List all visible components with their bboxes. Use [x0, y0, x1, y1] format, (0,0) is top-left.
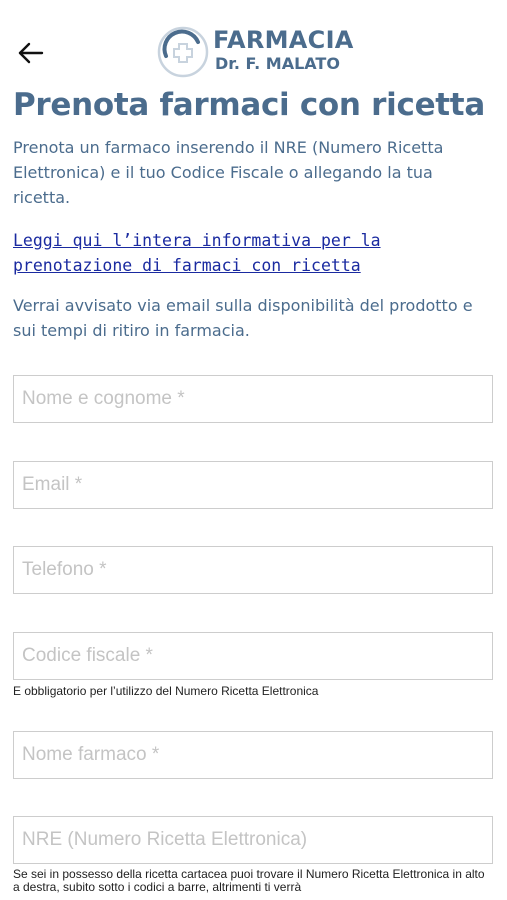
nre-help-container: Se sei in possesso della ricetta cartace… — [13, 868, 493, 900]
drug-name-input[interactable] — [13, 731, 493, 779]
phone-input[interactable] — [13, 546, 493, 594]
nre-help-text: Se sei in possesso della ricetta cartace… — [13, 868, 485, 894]
fiscal-code-help-text: E obbligatorio per l’utilizzo del Numero… — [13, 684, 319, 698]
logo-subtitle: Dr. F. MALATO — [215, 54, 340, 73]
email-notice-text: Verrai avvisato via email sulla disponib… — [13, 296, 473, 340]
app-header: FARMACIA Dr. F. MALATO — [0, 0, 507, 84]
back-button[interactable] — [16, 38, 46, 68]
page-title: Prenota farmaci con ricetta — [13, 87, 485, 123]
privacy-info-link[interactable]: Leggi qui l’intera informativa per la pr… — [13, 228, 493, 278]
full-name-input[interactable] — [13, 375, 493, 423]
pharmacy-logo: FARMACIA Dr. F. MALATO — [157, 26, 357, 78]
intro-text: Prenota un farmaco inserendo il NRE (Num… — [13, 138, 444, 207]
logo-name: FARMACIA — [213, 26, 354, 54]
arrow-left-icon — [18, 42, 44, 64]
pharmacy-cross-logo-icon — [157, 26, 209, 78]
email-input[interactable] — [13, 461, 493, 509]
nre-input[interactable] — [13, 816, 493, 864]
fiscal-code-input[interactable] — [13, 632, 493, 680]
